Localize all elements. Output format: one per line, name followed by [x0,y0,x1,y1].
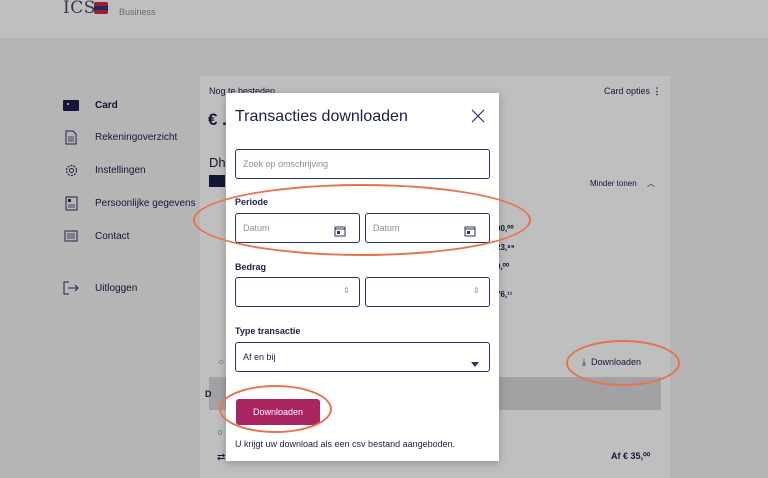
date-to-field[interactable]: Datum [365,213,490,243]
date-from-field[interactable]: Datum [235,213,360,243]
amount-to-stepper[interactable]: ⇕ [365,277,490,307]
date-from-placeholder: Datum [243,223,270,233]
modal-title: Transacties downloaden [235,108,408,125]
date-to-placeholder: Datum [373,223,400,233]
download-button[interactable]: Downloaden [236,399,320,425]
type-select[interactable]: Af en bij [235,342,490,372]
type-select-value: Af en bij [243,352,276,362]
close-icon[interactable] [469,107,487,125]
stepper-icon[interactable]: ⇕ [473,286,480,295]
type-label: Type transactie [235,326,301,336]
chevron-down-icon [471,353,479,372]
search-placeholder: Zoek op omschrijving [243,159,329,169]
download-modal: Transacties downloaden Zoek op omschrijv… [226,93,499,461]
amount-from-stepper[interactable]: ⇕ [235,277,360,307]
bedrag-label: Bedrag [235,262,267,272]
stepper-icon[interactable]: ⇕ [343,286,350,295]
download-hint: U krijgt uw download als een csv bestand… [235,439,456,449]
calendar-icon[interactable] [334,222,346,241]
search-input[interactable]: Zoek op omschrijving [235,149,490,179]
periode-label: Periode [235,197,269,207]
calendar-icon[interactable] [464,222,476,241]
